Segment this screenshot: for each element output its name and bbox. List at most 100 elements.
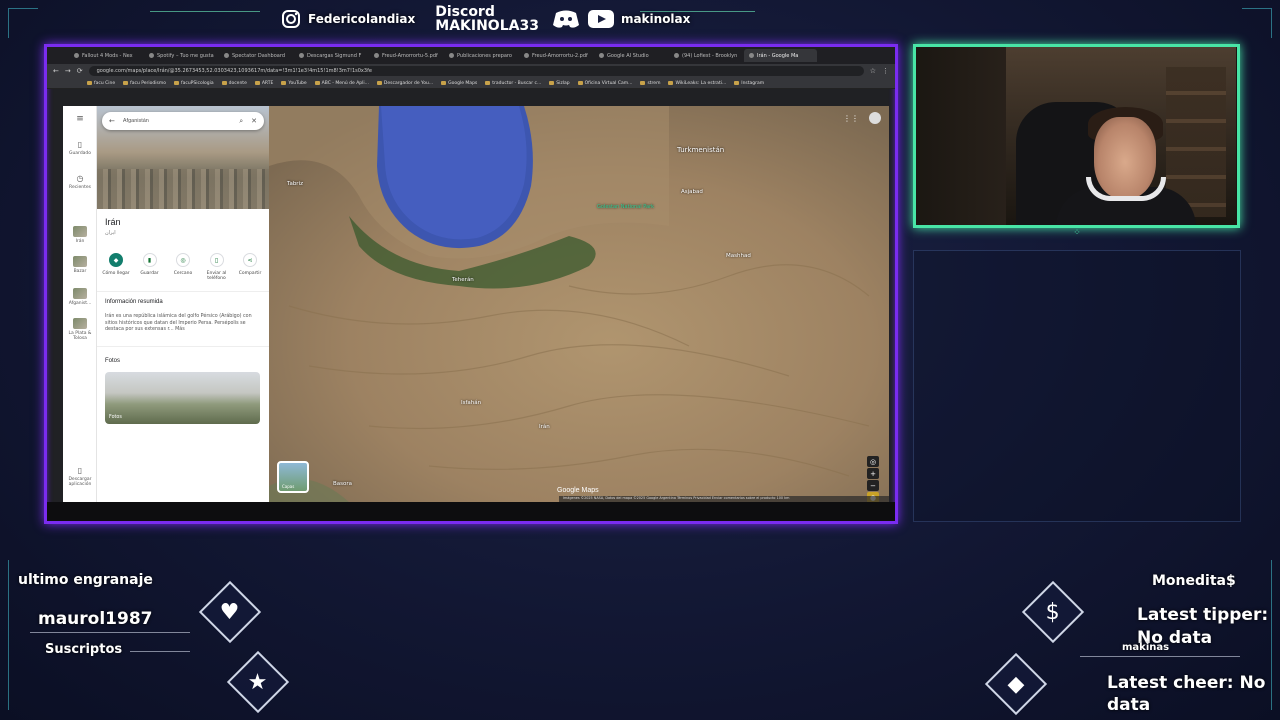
bookmark-label: YouTube — [288, 80, 307, 86]
browser-tab[interactable]: Spotify – Tuo me gusta — [144, 49, 217, 62]
corner-decor-top-left — [8, 8, 38, 38]
rail-item-afghanistan[interactable]: Afganist... — [63, 288, 97, 306]
url-field[interactable]: google.com/maps/place/Irán/@35.2673453,5… — [88, 66, 864, 76]
search-icon[interactable]: ⌕ — [239, 117, 243, 126]
bookmark-item[interactable]: ABC - Menú de Apli... — [314, 81, 369, 86]
browser-tab[interactable]: (94) Lofiest - Brooklyn — [669, 49, 742, 62]
zoom-out-button[interactable]: − — [867, 480, 879, 491]
rail-item-saved[interactable]: ▯ Guardado — [63, 140, 97, 156]
rail-item-recents[interactable]: ◷ Recientes — [63, 174, 97, 190]
bookmark-item[interactable]: YouTube — [281, 80, 307, 86]
bookmark-label: ARTE — [261, 80, 274, 86]
history-icon: ◷ — [76, 174, 84, 183]
map-label-tabriz: Tabriz — [287, 181, 303, 187]
forward-icon[interactable]: → — [65, 67, 71, 75]
save-button[interactable]: ▮ Guardar — [135, 253, 165, 281]
bookmark-label: Sizlap — [556, 80, 570, 86]
rail-item-la-plata[interactable]: La Plata & Tolosa — [63, 318, 97, 341]
layers-button[interactable]: Capas — [277, 461, 309, 493]
photos-title: Fotos — [105, 358, 121, 364]
bookmark-item[interactable]: facuPSicologia — [174, 81, 214, 86]
favicon-icon — [299, 53, 304, 58]
taskbar — [47, 502, 895, 521]
folder-icon — [314, 81, 320, 85]
bookmark-icon: ▯ — [77, 140, 83, 149]
send-to-phone-button[interactable]: ▯ Enviar al teléfono — [202, 253, 232, 281]
bookmark-label: docente — [228, 80, 247, 86]
bookmark-item[interactable]: facu Periodismo — [123, 81, 166, 86]
last-gear-user: maurol1987 — [38, 609, 153, 629]
browser-tab[interactable]: Fallout 4 Mods - Nex — [69, 49, 142, 62]
bookmark-item[interactable]: Sizlap — [549, 80, 570, 86]
tab-label: Freud-Amorrortu-5.pdf — [382, 52, 438, 59]
browser-tab[interactable]: Google AI Studio — [594, 49, 667, 62]
download-app[interactable]: ▯ Descargar aplicación — [63, 466, 97, 487]
bookmark-label: facu Cine — [94, 80, 116, 86]
browser-tab[interactable]: Freud-Amorrortu-5.pdf — [369, 49, 442, 62]
bookmark-item[interactable]: traductor - Buscar c... — [485, 81, 541, 86]
star-icon[interactable]: ☆ — [870, 67, 876, 75]
map-label-asjabad: Asjabad — [681, 189, 703, 195]
bookmark-label: strem — [647, 80, 661, 86]
bookmark-item[interactable]: ARTE — [254, 80, 274, 86]
apps-grid-icon[interactable]: ⋮⋮ — [843, 114, 859, 123]
rail-label: Recientes — [69, 185, 91, 190]
tab-label: Google AI Studio — [607, 52, 649, 59]
extensions-icon[interactable]: ⋮ — [882, 67, 889, 75]
folder-icon — [376, 81, 382, 85]
bookmark-item[interactable]: Descargador de You... — [376, 81, 433, 86]
bookmark-item[interactable]: facu Cine — [87, 81, 115, 86]
zoom-in-button[interactable]: + — [867, 468, 879, 479]
rail-item-iran[interactable]: Irán — [63, 226, 97, 244]
browser-tab[interactable]: Descargas Sigmund F — [294, 49, 367, 62]
dollar-badge: $ — [1021, 580, 1085, 644]
bookmark-label: facu Periodismo — [130, 80, 166, 86]
folder-icon — [640, 81, 646, 85]
bookmark-item[interactable]: Google Maps — [441, 81, 477, 86]
webcam-frame — [913, 44, 1240, 228]
phone-icon: ▯ — [209, 253, 224, 267]
place-thumb — [73, 256, 87, 267]
rail-label: Guardado — [68, 151, 92, 156]
rail-label: Irán — [75, 239, 85, 244]
map-terrain — [269, 106, 889, 502]
bookmark-item[interactable]: WikiLeaks: La estrati... — [668, 81, 726, 86]
bookmark-item[interactable]: docente — [221, 80, 247, 86]
place-thumb — [73, 318, 87, 329]
directions-button[interactable]: ◆ Cómo llegar — [101, 253, 131, 281]
location-icon[interactable]: ◎ — [867, 456, 879, 467]
chat-panel — [913, 250, 1241, 522]
widget-line — [130, 651, 190, 652]
action-label: Cómo llegar — [102, 271, 130, 276]
search-input[interactable] — [122, 118, 232, 124]
bookmark-item[interactable]: strem — [640, 81, 660, 86]
browser-tab[interactable]: Irán - Google Ma — [744, 49, 817, 62]
bookmark-item[interactable]: Oficina Virtual Cam... — [577, 81, 632, 86]
browser-tab[interactable]: Spectator Dashboard — [219, 49, 292, 62]
satellite-map[interactable]: Turkmenistán Tabriz Asjabad Mashhad Tehe… — [269, 106, 889, 502]
favicon-icon — [674, 53, 679, 58]
map-label-teheran: Teherán — [452, 277, 474, 283]
back-icon[interactable]: ← — [53, 67, 59, 75]
map-label-turkmenistan: Turkmenistán — [677, 146, 725, 154]
browser-tab[interactable]: Freud-Amorrortu-2.pdf — [519, 49, 592, 62]
action-label: Enviar al teléfono — [206, 271, 227, 281]
bookmark-label: Google Maps — [448, 80, 478, 86]
bookmark-item[interactable]: Instagram — [734, 81, 764, 86]
nearby-button[interactable]: ◎ Cercano — [168, 253, 198, 281]
account-avatar[interactable] — [869, 112, 881, 124]
google-maps-logo: Google Maps — [557, 487, 599, 494]
browser-tab[interactable]: Publicaciones preparo — [444, 49, 517, 62]
reload-icon[interactable]: ⟳ — [77, 67, 83, 75]
headphones — [1086, 177, 1166, 201]
social-bar: Federicolandiax Discord MAKINOLA33 makin… — [280, 0, 690, 38]
close-icon[interactable]: ✕ — [251, 117, 257, 125]
rail-item-bazar[interactable]: Bazar — [63, 256, 97, 274]
menu-icon[interactable]: ≡ — [63, 114, 97, 124]
share-button[interactable]: ⋖ Compartir — [235, 253, 265, 281]
discord-block: Discord MAKINOLA33 — [435, 5, 539, 33]
heart-badge: ♥ — [198, 580, 262, 644]
photo-thumbnail[interactable]: Fotos — [105, 372, 260, 424]
back-arrow-icon[interactable]: ← — [109, 117, 115, 125]
coins-label: Monedita$ — [1152, 573, 1236, 589]
